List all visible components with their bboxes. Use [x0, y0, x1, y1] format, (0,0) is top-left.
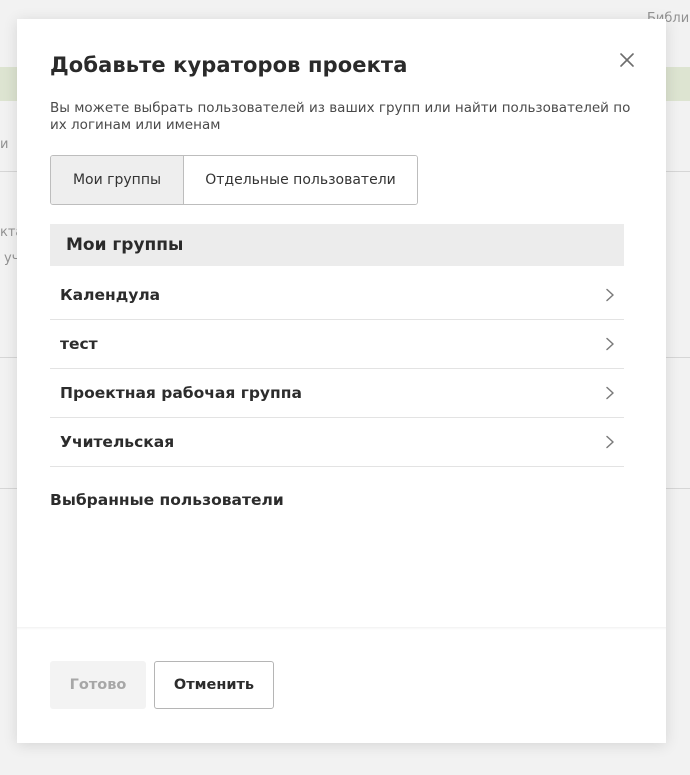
modal-title: Добавьте кураторов проекта — [50, 53, 408, 77]
cancel-button[interactable]: Отменить — [154, 661, 274, 709]
group-item-test[interactable]: тест — [50, 320, 624, 369]
tab-individual-users[interactable]: Отдельные пользователи — [184, 156, 417, 204]
chevron-right-icon — [606, 435, 614, 449]
group-item-teachers[interactable]: Учительская — [50, 418, 624, 467]
group-item-label: Учительская — [60, 433, 175, 451]
chevron-right-icon — [606, 337, 614, 351]
close-icon[interactable] — [616, 49, 638, 71]
footer-divider — [17, 627, 666, 630]
modal-description: Вы можете выбрать пользователей из ваших… — [50, 100, 631, 133]
group-list: Календула тест Проектная рабочая группа … — [50, 271, 624, 467]
group-item-label: Календула — [60, 286, 161, 304]
tab-my-groups[interactable]: Мои группы — [51, 156, 184, 204]
done-button[interactable]: Готово — [50, 661, 146, 709]
add-curators-modal: Добавьте кураторов проекта Вы можете выб… — [17, 19, 666, 743]
group-item-label: тест — [60, 335, 98, 353]
source-tabs: Мои группы Отдельные пользователи — [50, 155, 418, 205]
selected-users-title: Выбранные пользователи — [50, 491, 284, 509]
group-item-project-workgroup[interactable]: Проектная рабочая группа — [50, 369, 624, 418]
chevron-right-icon — [606, 386, 614, 400]
group-item-calendula[interactable]: Календула — [50, 271, 624, 320]
groups-section-header: Мои группы — [50, 224, 624, 266]
groups-section-title: Мои группы — [66, 235, 184, 255]
group-item-label: Проектная рабочая группа — [60, 384, 302, 402]
chevron-right-icon — [606, 288, 614, 302]
